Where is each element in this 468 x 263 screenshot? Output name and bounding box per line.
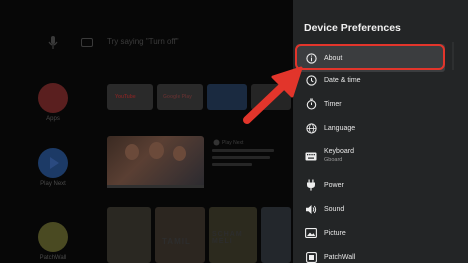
poster-card[interactable]: TAMIL (155, 207, 205, 263)
youtube-tile-label: YouTube (115, 94, 136, 100)
annotation-highlight-box (295, 44, 445, 70)
menu-item-keyboard[interactable]: Keyboard Gboard (293, 140, 468, 172)
menu-item-label: Keyboard (324, 148, 354, 155)
menu-item-label: Language (324, 124, 356, 132)
apps-grid-icon (38, 83, 68, 113)
menu-item-sublabel: Gboard (324, 157, 343, 163)
poster-card[interactable] (261, 207, 291, 263)
app-tile[interactable] (251, 84, 291, 110)
panel-title: Device Preferences (304, 22, 401, 34)
menu-item-label: Timer (324, 100, 342, 108)
google-play-tile[interactable]: Google Play (157, 84, 203, 110)
search-hint: Try saying "Turn off" (107, 37, 179, 46)
power-plug-icon (305, 179, 317, 191)
featured-description (212, 149, 282, 170)
google-play-tile-label: Google Play (163, 94, 192, 100)
patchwall-logo-icon (38, 222, 68, 252)
menu-item-label: Power (324, 181, 344, 189)
poster-card[interactable] (107, 207, 151, 263)
menu-item-language[interactable]: Language (293, 114, 468, 142)
patchwall-icon (305, 251, 317, 263)
play-next-label: Play Next (40, 181, 66, 187)
clock-icon (305, 74, 317, 86)
keyboard-icon (305, 150, 317, 162)
youtube-tile[interactable]: YouTube (107, 84, 153, 110)
featured-thumbnail[interactable] (107, 136, 204, 188)
apps-shortcut[interactable]: Apps (38, 83, 68, 122)
menu-item-label: Sound (324, 205, 345, 213)
poster-title: TAMIL (162, 237, 191, 246)
play-next-caption: Play Next (222, 140, 244, 146)
play-next-shortcut[interactable]: Play Next (38, 148, 68, 187)
menu-item-label: PatchWall (324, 253, 356, 261)
menu-item-label: Picture (324, 229, 346, 237)
keyboard-icon (81, 38, 93, 47)
microphone-icon (48, 36, 58, 49)
patchwall-shortcut[interactable]: PatchWall (38, 222, 68, 261)
poster-card[interactable]: SCHAM MELI (209, 207, 257, 263)
streaming-tile[interactable] (207, 84, 247, 110)
poster-title: SCHAM MELI (212, 231, 243, 245)
play-next-small-icon (213, 139, 220, 146)
patchwall-label: PatchWall (39, 255, 67, 261)
apps-label: Apps (46, 116, 60, 122)
play-icon (38, 148, 68, 178)
speaker-icon (305, 203, 317, 215)
picture-icon (305, 227, 317, 239)
menu-item-label: Date & time (324, 76, 361, 84)
selection-scroll-indicator (452, 42, 454, 70)
globe-icon (305, 122, 317, 134)
menu-item-patchwall[interactable]: PatchWall (293, 243, 468, 263)
timer-icon (305, 98, 317, 110)
